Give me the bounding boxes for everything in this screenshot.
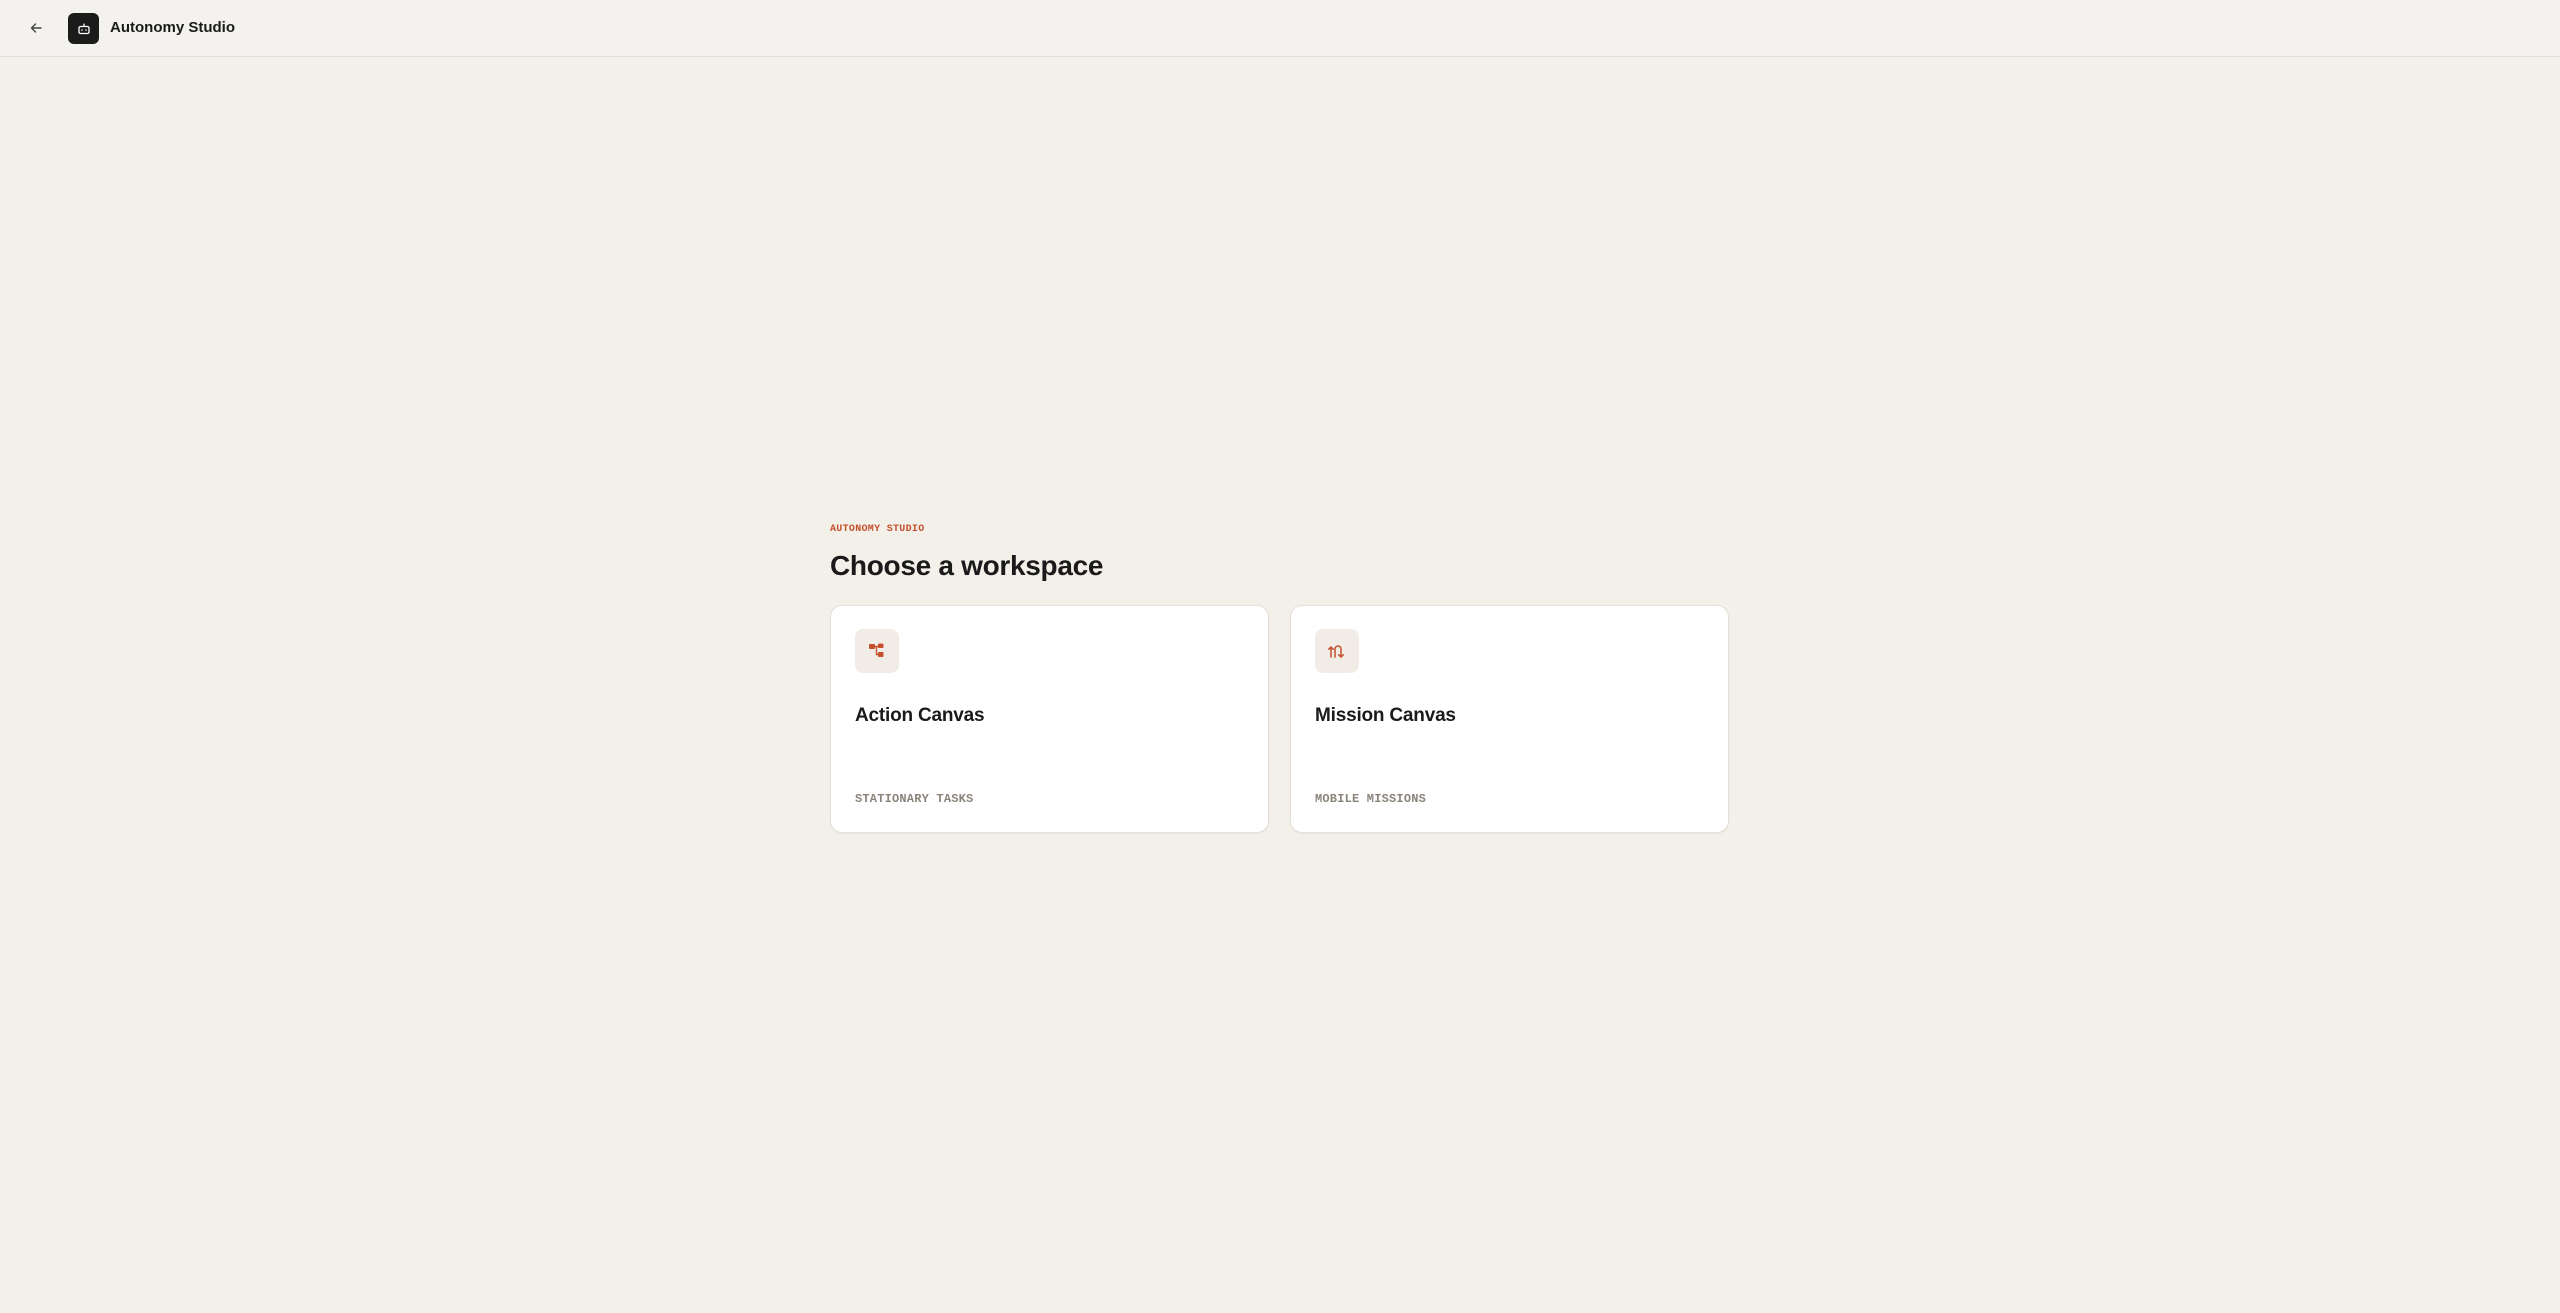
- card-icon-container: [1315, 629, 1359, 673]
- card-icon-container: [855, 629, 899, 673]
- robot-icon: [77, 23, 90, 34]
- card-title: Action Canvas: [855, 705, 985, 726]
- top-bar: Autonomy Studio: [0, 0, 2560, 57]
- mission-canvas-card[interactable]: Mission Canvas MOBILE MISSIONS: [1290, 605, 1729, 833]
- workspace-cards: Action Canvas STATIONARY TASKS Mission C…: [830, 605, 1730, 833]
- back-button[interactable]: [24, 16, 48, 40]
- card-tag: MOBILE MISSIONS: [1315, 792, 1427, 806]
- card-title: Mission Canvas: [1315, 705, 1456, 726]
- eyebrow-label: AUTONOMY STUDIO: [830, 524, 925, 535]
- workflow-icon: [869, 643, 884, 657]
- app-title: Autonomy Studio: [110, 19, 235, 36]
- arrow-left-icon: [30, 23, 42, 33]
- app-logo: [68, 13, 99, 44]
- page-title: Choose a workspace: [830, 550, 1104, 581]
- card-tag: STATIONARY TASKS: [855, 792, 974, 806]
- route-icon: [1328, 645, 1344, 658]
- action-canvas-card[interactable]: Action Canvas STATIONARY TASKS: [830, 605, 1269, 833]
- workspace-chooser: AUTONOMY STUDIO Choose a workspace Actio…: [830, 523, 1730, 833]
